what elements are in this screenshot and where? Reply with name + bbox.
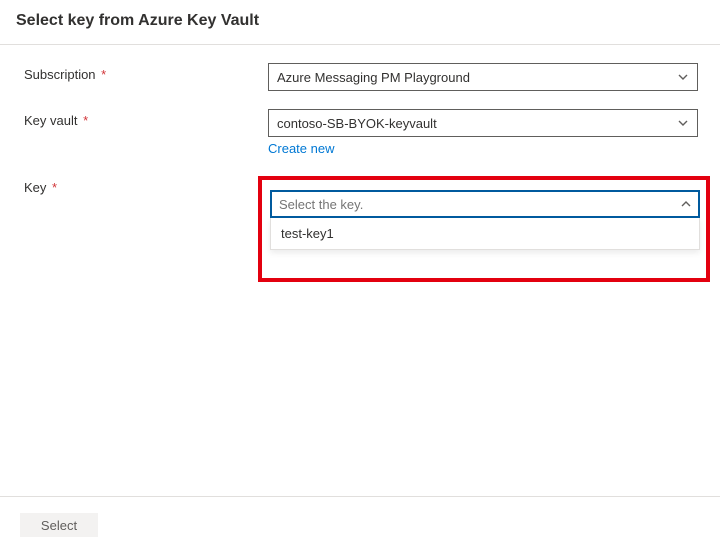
select-button[interactable]: Select [20, 513, 98, 537]
row-subscription: Subscription * Azure Messaging PM Playgr… [24, 63, 704, 91]
label-key: Key * [24, 176, 268, 195]
label-keyvault: Key vault * [24, 109, 268, 128]
page-title: Select key from Azure Key Vault [16, 12, 704, 30]
chevron-down-icon [677, 71, 689, 83]
key-option[interactable]: test-key1 [271, 218, 699, 249]
subscription-value: Azure Messaging PM Playground [277, 70, 470, 85]
form-content: Subscription * Azure Messaging PM Playgr… [0, 45, 720, 282]
chevron-down-icon [677, 117, 689, 129]
required-indicator: * [101, 67, 106, 82]
key-select-input[interactable] [270, 190, 700, 218]
key-highlight-box: test-key1 [258, 176, 710, 282]
create-new-link[interactable]: Create new [268, 141, 334, 156]
required-indicator: * [83, 113, 88, 128]
label-subscription: Subscription * [24, 63, 268, 82]
subscription-select[interactable]: Azure Messaging PM Playground [268, 63, 698, 91]
keyvault-value: contoso-SB-BYOK-keyvault [277, 116, 437, 131]
row-keyvault: Key vault * contoso-SB-BYOK-keyvault Cre… [24, 109, 704, 158]
required-indicator: * [52, 180, 57, 195]
row-key: Key * test-key1 [24, 176, 704, 282]
keyvault-select[interactable]: contoso-SB-BYOK-keyvault [268, 109, 698, 137]
key-dropdown-list: test-key1 [270, 218, 700, 250]
footer-bar: Select [0, 496, 720, 554]
panel-header: Select key from Azure Key Vault [0, 0, 720, 45]
